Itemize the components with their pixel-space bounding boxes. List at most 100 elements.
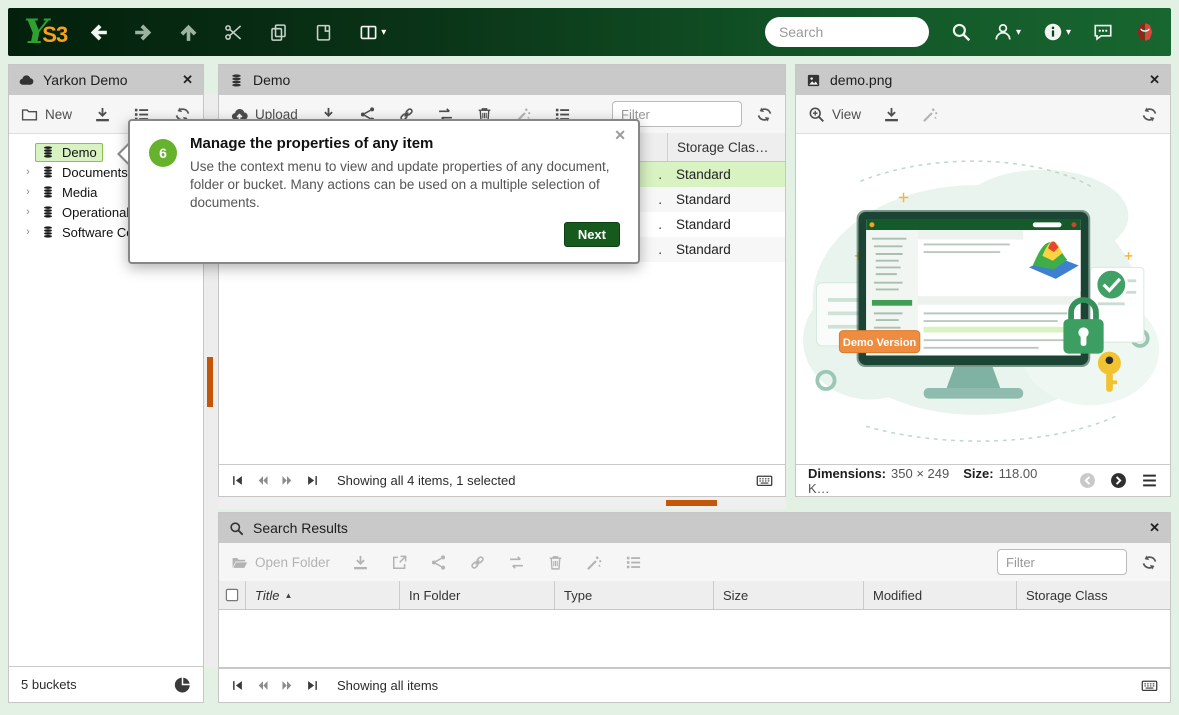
expand-chevron-icon[interactable]: › — [21, 226, 35, 238]
filter-input[interactable] — [997, 549, 1127, 575]
download-button[interactable] — [94, 106, 111, 123]
column-header-storage-class[interactable]: Storage Class — [1016, 581, 1170, 609]
copy-button[interactable] — [269, 23, 288, 42]
person-icon — [993, 22, 1013, 42]
menu-button[interactable] — [1141, 472, 1158, 489]
search-button[interactable] — [951, 22, 971, 42]
next-item-button[interactable] — [1110, 472, 1127, 489]
column-header-in-folder[interactable]: In Folder — [399, 581, 554, 609]
scissors-button[interactable] — [224, 23, 243, 42]
search-results-panel: Search Results ✕ Open Folder Title▲In Fo… — [218, 512, 1171, 668]
refresh-icon — [756, 106, 773, 123]
select-all-checkbox[interactable] — [219, 581, 245, 609]
wand-button[interactable] — [586, 554, 603, 571]
download-icon — [352, 554, 369, 571]
external-button[interactable] — [391, 554, 408, 571]
copy-icon — [269, 23, 288, 42]
close-icon[interactable]: ✕ — [614, 127, 626, 144]
folder-button[interactable]: New — [21, 106, 72, 123]
paste-button[interactable] — [314, 23, 333, 42]
expand-chevron-icon[interactable]: › — [21, 166, 35, 178]
preview-footer: Dimensions:350 × 249Size:118.00 K… — [796, 464, 1170, 496]
expand-chevron-icon[interactable]: › — [21, 206, 35, 218]
refresh-button[interactable] — [1141, 106, 1158, 123]
column-header-size[interactable]: Size — [713, 581, 863, 609]
vertical-scrollbar-thumb[interactable] — [207, 357, 213, 407]
buckets-count: 5 buckets — [21, 677, 77, 692]
storage-class-cell: Standard — [667, 167, 785, 182]
wand-icon — [922, 106, 939, 123]
zoom-icon — [808, 106, 825, 123]
column-header-title[interactable]: Title▲ — [245, 581, 399, 609]
dimensions-value: 350 × 249 — [891, 466, 949, 481]
pfirst-icon[interactable] — [231, 679, 244, 692]
next-button[interactable]: Next — [564, 222, 620, 247]
arrow-left-button[interactable] — [89, 23, 108, 42]
pprev-icon[interactable] — [256, 679, 269, 692]
swap-button[interactable] — [508, 554, 525, 571]
caret-down-icon: ▾ — [1016, 27, 1021, 38]
pnext-icon[interactable] — [281, 679, 294, 692]
search-input[interactable] — [765, 17, 929, 47]
arrow-right-button[interactable] — [134, 23, 153, 42]
wand-icon — [586, 554, 603, 571]
checkbox-icon — [225, 588, 239, 602]
zoom-button-label: View — [832, 107, 861, 122]
storage-class-column-header[interactable]: Storage Clas… — [667, 133, 785, 161]
pnext-icon[interactable] — [281, 474, 294, 487]
preview-panel-title: demo.png — [830, 72, 892, 88]
plast-icon[interactable] — [306, 679, 319, 692]
download-button[interactable] — [352, 554, 369, 571]
expand-chevron-icon[interactable]: › — [21, 186, 35, 198]
open-folder-button[interactable]: Open Folder — [231, 554, 330, 571]
refresh-button[interactable] — [1141, 554, 1158, 571]
keyboard-button[interactable] — [1141, 677, 1158, 694]
pie-chart-button[interactable] — [174, 676, 191, 693]
wand-button[interactable] — [922, 106, 939, 123]
navbar-right-actions: ▾▾ — [951, 22, 1155, 42]
keyboard-icon[interactable] — [1141, 677, 1158, 694]
info-button[interactable]: ▾ — [1043, 22, 1071, 42]
link-button[interactable] — [469, 554, 486, 571]
navbar-actions: ▾ — [89, 23, 386, 42]
person-button[interactable]: ▾ — [993, 22, 1021, 42]
list-icon — [625, 554, 642, 571]
plast-icon[interactable] — [306, 474, 319, 487]
column-header-modified[interactable]: Modified — [863, 581, 1016, 609]
keyboard-button[interactable] — [756, 472, 773, 489]
yarkon-logo[interactable]: Y S3 — [24, 18, 67, 47]
arrow-up-button[interactable] — [179, 23, 198, 42]
trash-button[interactable] — [547, 554, 564, 571]
bucket-content-footer: Showing all 4 items, 1 selected — [219, 464, 785, 496]
share-button[interactable] — [430, 554, 447, 571]
column-header-type[interactable]: Type — [554, 581, 713, 609]
s3-logo-button[interactable] — [1135, 22, 1155, 42]
horizontal-scrollbar-thumb[interactable] — [666, 500, 717, 506]
close-icon[interactable]: ✕ — [182, 72, 193, 88]
keyboard-icon[interactable] — [756, 472, 773, 489]
pprev-icon[interactable] — [256, 474, 269, 487]
preview-panel: demo.png ✕ View — [795, 64, 1171, 497]
folder-icon — [21, 106, 38, 123]
link-icon — [469, 554, 486, 571]
download-icon — [883, 106, 900, 123]
previous-item-button[interactable] — [1079, 472, 1096, 489]
preview-toolbar: View — [796, 95, 1170, 134]
caret-down-icon: ▾ — [381, 27, 386, 38]
close-icon[interactable]: ✕ — [1149, 520, 1160, 536]
tour-step-badge: 6 — [149, 139, 177, 167]
zoom-button[interactable]: View — [808, 106, 861, 123]
download-button[interactable] — [883, 106, 900, 123]
tour-popup: 6 Manage the properties of any item Use … — [128, 119, 640, 264]
columns-button[interactable]: ▾ — [359, 23, 386, 42]
list-button[interactable] — [625, 554, 642, 571]
refresh-button[interactable] — [756, 106, 773, 123]
close-icon[interactable]: ✕ — [1149, 72, 1160, 88]
preview-panel-header: demo.png ✕ — [796, 65, 1170, 95]
chat-button[interactable] — [1093, 22, 1113, 42]
paste-icon — [314, 23, 333, 42]
bucket-content-header: Demo — [219, 65, 785, 95]
folder-button-label: New — [45, 107, 72, 122]
pie-icon[interactable] — [174, 676, 191, 693]
pfirst-icon[interactable] — [231, 474, 244, 487]
